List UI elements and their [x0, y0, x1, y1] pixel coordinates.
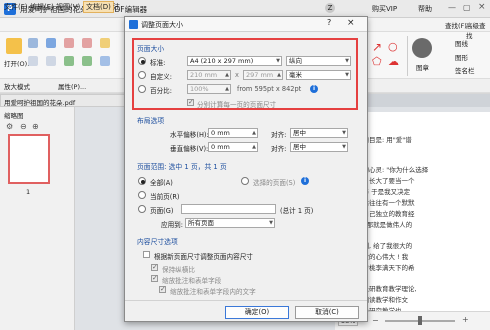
user-avatar[interactable]: Z [325, 3, 335, 13]
hand-tool-icon[interactable] [100, 38, 110, 48]
ok-button[interactable]: 确定(O) [225, 306, 289, 319]
buy-vip-link[interactable]: 购买VIP [372, 4, 397, 14]
zoom-icon[interactable] [28, 56, 38, 66]
current-page-radio[interactable] [138, 191, 146, 199]
v-offset-value: 0 mm [211, 143, 230, 151]
preserve-ratio-checkbox[interactable] [151, 263, 158, 271]
stamp-label[interactable]: 图章 [416, 62, 429, 72]
save-icon[interactable] [28, 38, 38, 48]
print-icon[interactable] [46, 38, 56, 48]
maximize-icon[interactable]: ▢ [463, 3, 471, 12]
help-link[interactable]: 帮助 [418, 4, 432, 14]
scale-stamp-text-checkbox[interactable] [159, 285, 166, 293]
thumbnail-page-number: 1 [26, 188, 31, 196]
all-pages-label: 全部(A) [150, 179, 173, 187]
thumbnail-pane-label: 缩略图 [4, 112, 24, 120]
thumbnail-options-icon[interactable]: ⚙ [6, 122, 13, 131]
pages-total-text: (总计 1 页) [280, 207, 314, 215]
signature-label[interactable]: 签名栏 [455, 65, 475, 75]
scale-annotations-checkbox[interactable] [151, 274, 158, 282]
rotate-icon[interactable] [100, 56, 110, 66]
properties-button[interactable]: 属性(P)... [58, 81, 86, 91]
polygon-tool-icon[interactable]: ⬠ [372, 55, 382, 68]
v-align-value: 居中 [293, 143, 306, 151]
dialog-close-button[interactable]: × [347, 18, 355, 28]
page-thumbnail[interactable] [8, 134, 50, 184]
v-offset-label: 垂直偏移(V): [170, 145, 209, 153]
chevron-down-icon: ▼ [269, 220, 273, 226]
undo-icon[interactable] [64, 38, 74, 48]
menu-view[interactable]: 视图(V) [56, 2, 80, 12]
menu-document[interactable]: 文档(D) [83, 1, 114, 13]
arrow-tool-icon[interactable]: ↗ [372, 40, 382, 54]
preserve-ratio-label: 保持纵横比 [162, 266, 195, 274]
next-page-icon[interactable] [64, 56, 74, 66]
menu-file[interactable]: 文件(F) [4, 2, 28, 12]
zoom-out-thumb-icon[interactable]: ⊖ [20, 122, 27, 131]
close-window-icon[interactable]: × [478, 2, 486, 12]
advanced-find-button[interactable]: 高级查找 [466, 20, 490, 40]
menu-annotate[interactable]: 注 [113, 2, 120, 12]
h-align-value: 居中 [293, 129, 306, 137]
v-offset-input[interactable]: 0 mm ▲ [208, 142, 258, 152]
v-align-label: 对齐: [271, 145, 287, 153]
minimize-icon[interactable]: — [448, 3, 456, 12]
dialog-footer-divider [125, 300, 367, 301]
apply-to-value: 所有页面 [188, 219, 214, 227]
pages-label: 页面(G) [150, 207, 174, 215]
content-section-title: 内容尺寸选项 [137, 238, 178, 246]
dialog-app-icon [129, 20, 138, 29]
open-folder-icon[interactable] [6, 38, 22, 54]
highlight-box [132, 38, 358, 110]
h-offset-value: 0 mm [211, 129, 230, 137]
resize-content-label: 根据新页面尺寸调整页面内容尺寸 [154, 253, 253, 261]
h-align-label: 对齐: [271, 131, 287, 139]
scale-stamp-text-label: 缩放批注和表单字段内的文字 [170, 288, 256, 296]
redo-icon[interactable] [82, 38, 92, 48]
dialog-title: 调整页面大小 [141, 21, 183, 29]
h-align-select[interactable]: 居中 ▼ [290, 128, 348, 138]
prev-page-icon[interactable] [82, 56, 92, 66]
selected-pages-label: 选择的页面(S) [253, 179, 296, 187]
all-pages-radio[interactable] [138, 177, 146, 185]
line-tool-label[interactable]: 图线 [455, 38, 468, 48]
h-offset-label: 水平偏移(H): [170, 131, 209, 139]
menu-edit[interactable]: 编辑(E) [30, 2, 54, 12]
current-page-label: 当前页(R) [150, 193, 180, 201]
zoom-in-thumb-icon[interactable]: ⊕ [32, 122, 39, 131]
v-align-select[interactable]: 居中 ▼ [290, 142, 348, 152]
dialog-help-button[interactable]: ? [327, 18, 331, 27]
cloud-tool-icon[interactable]: ☁ [388, 55, 399, 68]
pages-radio[interactable] [138, 205, 146, 213]
chevron-down-icon: ▼ [342, 144, 346, 150]
spinner-icon: ▲ [252, 130, 256, 136]
fit-page-icon[interactable] [46, 56, 56, 66]
apply-to-select[interactable]: 所有页面 ▼ [185, 218, 275, 228]
apply-to-label: 应用到: [161, 221, 184, 229]
zoom-mode-button[interactable]: 放大模式 [4, 81, 30, 91]
stamp-icon[interactable] [412, 38, 432, 58]
pages-input[interactable] [181, 204, 276, 214]
info-icon[interactable]: i [301, 177, 309, 185]
spinner-icon: ▲ [252, 144, 256, 150]
scale-annotations-label: 缩放批注和表单字段 [162, 277, 222, 285]
zoom-in-icon[interactable]: + [462, 315, 469, 324]
resize-content-checkbox[interactable] [143, 251, 150, 258]
circle-tool-icon[interactable]: ○ [388, 40, 398, 53]
cancel-button[interactable]: 取消(C) [295, 306, 359, 319]
shape-tool-label[interactable]: 图形 [455, 52, 468, 62]
find-button[interactable]: 查找(F) [445, 20, 467, 30]
zoom-slider-handle[interactable] [418, 316, 422, 325]
h-offset-input[interactable]: 0 mm ▲ [208, 128, 258, 138]
selected-pages-radio[interactable] [241, 177, 249, 185]
zoom-out-icon[interactable]: − [372, 316, 379, 325]
document-tab[interactable]: 用爱呵护祖国的花朵.pdf [0, 94, 125, 107]
chevron-down-icon: ▼ [342, 130, 346, 136]
layout-section-title: 布局选项 [137, 117, 165, 125]
page-range-section-title: 页面范围: 选中 1 页，共 1 页 [137, 163, 227, 171]
